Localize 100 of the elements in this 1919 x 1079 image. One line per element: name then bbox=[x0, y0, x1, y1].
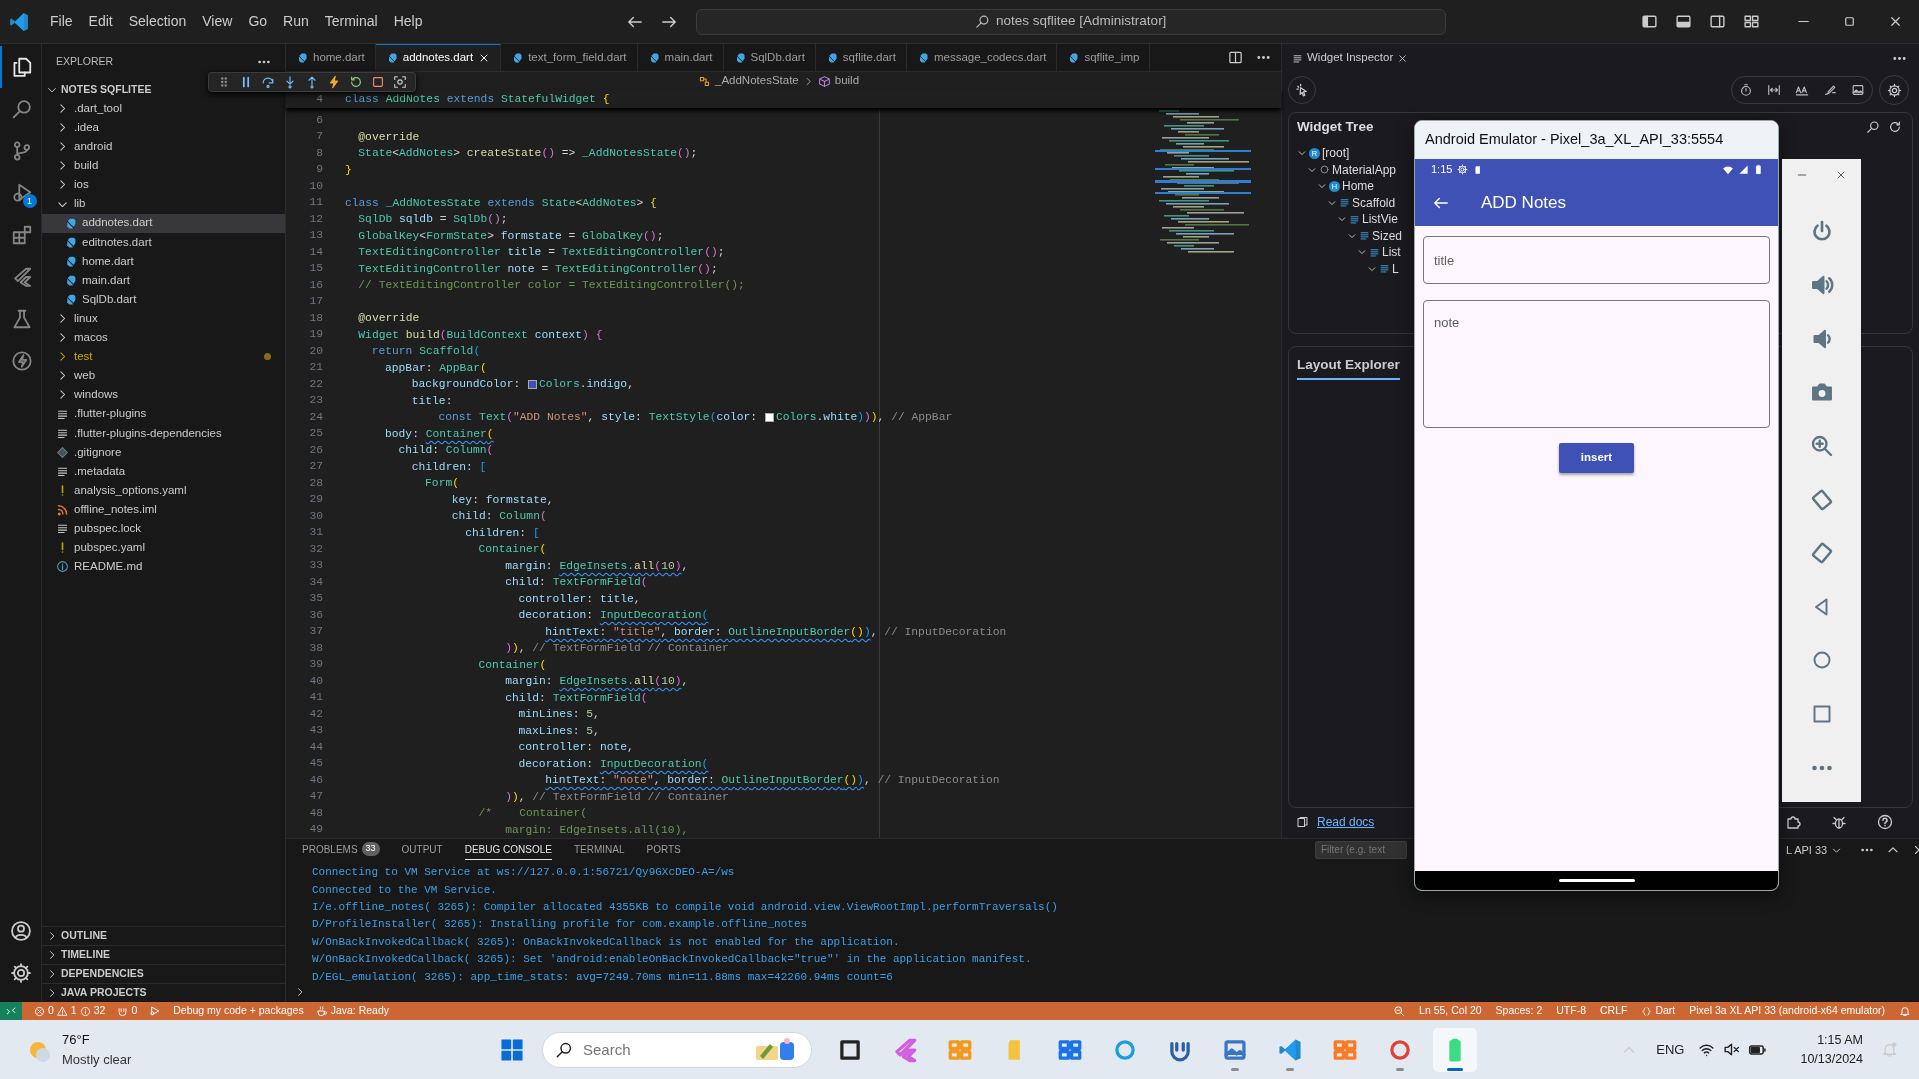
line-number: 25 bbox=[308, 426, 323, 442]
editor-tab[interactable]: addnotes.dart bbox=[375, 44, 502, 71]
breadcrumb-item[interactable]: build bbox=[817, 72, 860, 90]
panel-tab[interactable]: PORTS bbox=[646, 839, 681, 860]
circle-icon bbox=[1319, 164, 1330, 176]
tree-entry[interactable]: .metadata bbox=[42, 461, 285, 481]
note-field[interactable]: note bbox=[1423, 300, 1770, 428]
search-icon bbox=[975, 14, 991, 29]
menu-item[interactable]: Run bbox=[275, 9, 317, 34]
tree-node[interactable]: ListVie bbox=[1362, 210, 1398, 229]
read-docs-link[interactable]: Read docs bbox=[1317, 813, 1375, 831]
menu-item[interactable]: View bbox=[194, 9, 241, 34]
section-header[interactable]: TIMELINE bbox=[42, 945, 285, 964]
tree-folder[interactable]: build bbox=[42, 156, 285, 176]
breadcrumb-item[interactable]: _AddNotesState bbox=[698, 72, 799, 90]
code-line: )), // TextFormField // Container bbox=[505, 641, 729, 657]
project-header[interactable]: NOTES SQFLITEE bbox=[42, 80, 158, 99]
panel-tab[interactable]: DEBUG CONSOLE bbox=[464, 839, 552, 860]
tree-entry[interactable]: home.dart bbox=[42, 251, 285, 271]
tree-entry[interactable]: README.md bbox=[42, 557, 285, 577]
section-header[interactable]: DEPENDENCIES bbox=[42, 964, 285, 983]
menu-item[interactable]: Help bbox=[385, 9, 431, 34]
code-line: maxLines: 5, bbox=[518, 723, 600, 739]
line-ending-button[interactable]: CRLF bbox=[1600, 1003, 1628, 1019]
zoom-icon[interactable] bbox=[1393, 1005, 1406, 1017]
line-number: 9 bbox=[315, 162, 323, 178]
phone-clock: 1:15 bbox=[1431, 162, 1453, 178]
debug-mode-button[interactable]: Debug my code + packages bbox=[173, 1003, 304, 1019]
ports-button[interactable]: 0 bbox=[117, 1003, 138, 1019]
code-line: @override bbox=[358, 311, 420, 327]
tree-node[interactable]: MaterialApp bbox=[1332, 160, 1397, 179]
tree-folder[interactable]: macos bbox=[42, 328, 285, 348]
tree-folder[interactable]: windows bbox=[42, 385, 285, 405]
panel-tab[interactable]: PROBLEMS 33 bbox=[302, 839, 380, 860]
menu-item[interactable]: File bbox=[42, 9, 81, 34]
cursor-position-button[interactable]: Ln 55, Col 20 bbox=[1419, 1003, 1482, 1019]
tree-entry[interactable]: offline_notes.iml bbox=[42, 499, 285, 520]
code-line: appBar: AppBar( bbox=[385, 360, 487, 376]
home-pill[interactable] bbox=[1558, 879, 1635, 882]
tree-folder[interactable]: .idea bbox=[42, 118, 285, 138]
tree-node[interactable]: Sized bbox=[1372, 226, 1403, 245]
section-header[interactable]: OUTLINE bbox=[42, 926, 285, 945]
tree-entry[interactable]: editnotes.dart bbox=[42, 232, 285, 252]
quick-settings-button[interactable] bbox=[1698, 1040, 1767, 1059]
tree-folder[interactable]: web bbox=[42, 366, 285, 386]
bell-icon[interactable] bbox=[1899, 1005, 1911, 1017]
tree-folder[interactable]: test bbox=[42, 347, 285, 367]
tree-folder[interactable]: android bbox=[42, 137, 285, 157]
filter-field[interactable]: Filter (e.g. text bbox=[1315, 840, 1407, 859]
insert-button[interactable]: insert bbox=[1559, 443, 1634, 473]
code-line: /* Container( bbox=[478, 806, 587, 822]
tree-node[interactable]: L bbox=[1392, 259, 1399, 278]
menu-item[interactable]: Terminal bbox=[316, 9, 386, 34]
clock-date[interactable]: 10/13/2024 bbox=[1800, 1049, 1863, 1069]
menu-item[interactable]: Edit bbox=[80, 9, 121, 34]
widget-icon bbox=[1349, 213, 1360, 225]
tree-entry[interactable]: pubspec.yaml bbox=[42, 538, 285, 558]
device-button[interactable]: Pixel 3a XL API 33 (android-x64 emulator) bbox=[1689, 1003, 1885, 1019]
code-line: hintText: "note", border: OutlineInputBorder()), // InputDecoration bbox=[545, 773, 1000, 789]
menu-item[interactable]: Selection bbox=[120, 9, 195, 34]
language-indicator[interactable]: ENG bbox=[1656, 1039, 1685, 1060]
tree-entry[interactable]: SqlDb.dart bbox=[42, 289, 285, 310]
tree-entry[interactable]: addnotes.dart bbox=[42, 213, 285, 233]
tree-entry[interactable]: .flutter-plugins-dependencies bbox=[42, 423, 285, 443]
problems-button[interactable]: 0 1 32 bbox=[34, 1003, 106, 1019]
panel-tab[interactable]: OUTPUT bbox=[401, 839, 443, 860]
tree-entry[interactable]: pubspec.lock bbox=[42, 519, 285, 539]
java-status-button[interactable]: Java: Ready bbox=[315, 1003, 390, 1019]
tree-entry[interactable]: .flutter-plugins bbox=[42, 404, 285, 424]
title-field[interactable]: title bbox=[1423, 236, 1770, 284]
search-field[interactable]: Search bbox=[542, 1031, 812, 1068]
remote-icon[interactable] bbox=[0, 1002, 22, 1020]
tree-folder[interactable]: linux bbox=[42, 309, 285, 329]
tree-node[interactable]: Home bbox=[1342, 177, 1374, 196]
encoding-button[interactable]: UTF-8 bbox=[1556, 1003, 1586, 1019]
tree-entry[interactable]: analysis_options.yaml bbox=[42, 480, 285, 500]
tree-folder[interactable]: .dart_tool bbox=[42, 99, 285, 119]
tree-entry[interactable]: .gitignore bbox=[42, 442, 285, 462]
inspect-icon[interactable] bbox=[391, 73, 409, 91]
tree-folder[interactable]: ios bbox=[42, 175, 285, 195]
inspector-tab[interactable]: Widget Inspector bbox=[1288, 49, 1413, 67]
clock-time[interactable]: 1:15 AM bbox=[1817, 1030, 1863, 1050]
tree-folder[interactable]: lib bbox=[42, 194, 285, 214]
weather-text: Mostly clear bbox=[62, 1050, 132, 1069]
panel-tab[interactable]: TERMINAL bbox=[573, 839, 625, 860]
tree-node[interactable]: [root] bbox=[1322, 144, 1350, 163]
tree-node[interactable]: Scaffold bbox=[1352, 193, 1396, 212]
search-icon[interactable] bbox=[1864, 118, 1882, 136]
indentation-button[interactable]: Spaces: 2 bbox=[1495, 1003, 1543, 1019]
language-button[interactable]: Dart bbox=[1641, 1003, 1676, 1019]
puzzle-icon[interactable] bbox=[1785, 814, 1801, 830]
command-center[interactable]: notes sqflitee [Administrator] bbox=[695, 8, 1446, 35]
layout-explorer-tab[interactable]: Layout Explorer bbox=[1297, 355, 1400, 381]
menu-item[interactable]: Go bbox=[240, 9, 276, 34]
tree-entry[interactable]: main.dart bbox=[42, 270, 285, 290]
bug-icon[interactable] bbox=[1831, 814, 1847, 830]
help-icon[interactable] bbox=[1877, 814, 1893, 830]
line-number: 47 bbox=[308, 789, 323, 805]
tree-node[interactable]: List bbox=[1382, 243, 1401, 262]
device-dropdown[interactable]: L API 33 bbox=[1786, 841, 1843, 859]
